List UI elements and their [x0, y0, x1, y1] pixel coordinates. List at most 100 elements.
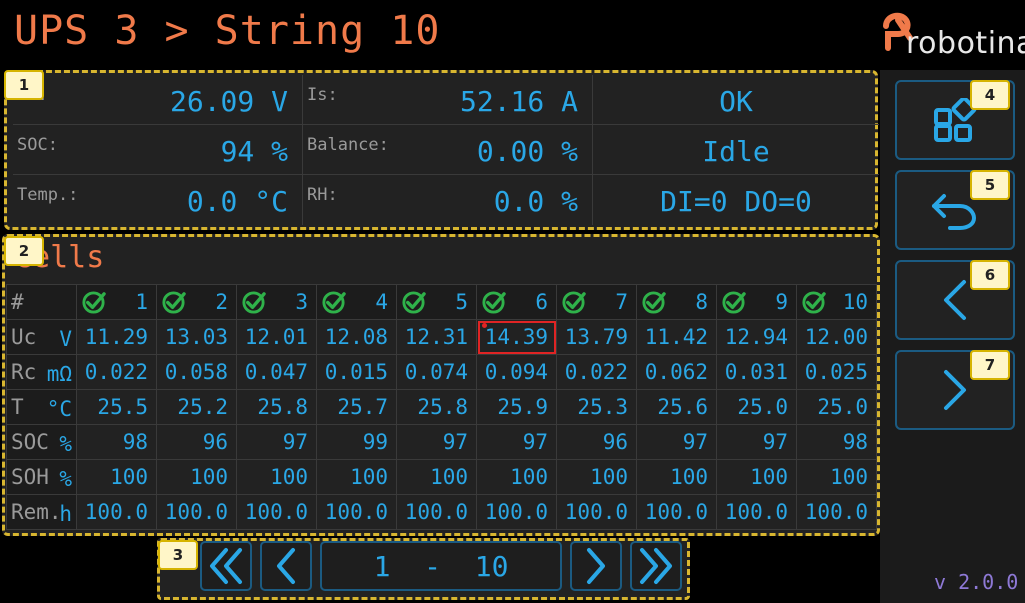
soc-value: 94 %: [220, 135, 288, 168]
cell-number: 2: [215, 290, 228, 314]
table-row: T °C 25.5 25.2 25.8 25.7 25.8 25.9 25.3 25.6 25.0 2…: [6, 389, 877, 425]
version-label: v 2.0.0: [934, 570, 1019, 594]
cell-value: 25.5: [76, 389, 157, 425]
cell-column-header: 6: [476, 284, 557, 320]
cell-value: 100: [716, 459, 797, 495]
us-cell: Us: 26.09 V: [13, 75, 303, 125]
cell-value: 0.022: [556, 354, 637, 390]
cell-number: 10: [842, 290, 868, 314]
corner-label: #: [6, 284, 77, 320]
cell-column-header: 3: [236, 284, 317, 320]
row-unit: mΩ: [46, 362, 72, 386]
cell-value: 97: [716, 424, 797, 460]
io-value: DI=0 DO=0: [660, 185, 812, 218]
cell-value: 25.3: [556, 389, 637, 425]
cell-value: 12.00: [796, 319, 877, 355]
next-page-icon: [587, 548, 605, 584]
cell-value: 0.047: [236, 354, 317, 390]
cell-column-header: 7: [556, 284, 637, 320]
cell-value: 96: [556, 424, 637, 460]
check-icon: [642, 291, 666, 314]
row-label: Rc mΩ: [6, 354, 77, 390]
page-title: UPS 3 > String 10: [14, 8, 441, 54]
row-label-text: Rem.: [11, 500, 62, 524]
check-icon: [802, 291, 826, 314]
cell-value: 100: [636, 459, 717, 495]
cell-value: 100.0: [476, 494, 557, 530]
cell-value: 100: [396, 459, 477, 495]
cell-value: 96: [156, 424, 237, 460]
row-unit: h: [59, 502, 72, 526]
prev-page-button[interactable]: [260, 541, 312, 591]
table-row: Rem. h 100.0 100.0 100.0 100.0 100.0 100.0 100.0…: [6, 494, 877, 530]
first-page-icon: [210, 548, 242, 584]
next-page-button[interactable]: [570, 541, 622, 591]
cell-number: 6: [535, 290, 548, 314]
cell-value: 12.31: [396, 319, 477, 355]
is-label: Is:: [307, 85, 338, 105]
cell-value: 100: [156, 459, 237, 495]
cell-value: 11.29: [76, 319, 157, 355]
temp-label: Temp.:: [17, 185, 79, 205]
annotation-badge-2: 2: [4, 236, 44, 266]
cell-value: 100: [796, 459, 877, 495]
us-value: 26.09 V: [169, 85, 288, 118]
cell-value: 13.79: [556, 319, 637, 355]
row-label: Uc V: [6, 319, 77, 355]
cell-value: 25.0: [796, 389, 877, 425]
cell-column-header: 4: [316, 284, 397, 320]
soc-label: SOC:: [17, 135, 58, 155]
cell-value: 0.058: [156, 354, 237, 390]
cell-value: 0.015: [316, 354, 397, 390]
cell-value: 0.031: [716, 354, 797, 390]
annotation-badge-4: 4: [970, 80, 1010, 110]
row-unit: V: [59, 327, 72, 351]
table-row: SOH% 100 100 100 100 100 100 100 100 100 100: [6, 459, 877, 495]
cell-value: 25.2: [156, 389, 237, 425]
row-unit: %: [59, 467, 72, 491]
row-label: Rem. h: [6, 494, 77, 530]
prev-page-icon: [277, 548, 295, 584]
row-label-text: SOC: [11, 430, 49, 454]
balance-value: 0.00 %: [476, 135, 578, 168]
first-page-button[interactable]: [200, 541, 252, 591]
cell-column-header: 5: [396, 284, 477, 320]
cell-value: 100: [76, 459, 157, 495]
row-label-text: T: [11, 395, 24, 419]
cell-value: 100: [316, 459, 397, 495]
cell-value: 100.0: [396, 494, 477, 530]
check-icon: [242, 291, 266, 314]
cell-value: 100.0: [236, 494, 317, 530]
cell-number: 3: [295, 290, 308, 314]
last-page-icon: [640, 548, 672, 584]
cell-value: 100.0: [636, 494, 717, 530]
cell-value: 98: [796, 424, 877, 460]
summary-row: Temp.: 0.0 °C RH: 0.0 % DI=0 DO=0: [13, 175, 879, 225]
status-cell: OK: [593, 75, 879, 125]
check-icon: [562, 291, 586, 314]
soc-cell: SOC: 94 %: [13, 125, 303, 175]
cell-value: 12.08: [316, 319, 397, 355]
cell-value: 0.022: [76, 354, 157, 390]
logo-text: robotina: [906, 26, 1025, 61]
check-icon: [82, 291, 106, 314]
cell-number: 5: [455, 290, 468, 314]
last-page-button[interactable]: [630, 541, 682, 591]
chevron-right-icon: [944, 370, 966, 410]
annotation-badge-1: 1: [4, 70, 44, 100]
temp-value: 0.0 °C: [186, 185, 288, 218]
mode-value: Idle: [702, 135, 770, 168]
row-label-text: Uc: [11, 325, 37, 349]
cell-value: 25.7: [316, 389, 397, 425]
cell-value: 0.074: [396, 354, 477, 390]
cell-value: 100: [236, 459, 317, 495]
cell-number: 8: [695, 290, 708, 314]
cell-column-header: 9: [716, 284, 797, 320]
cell-column-header: 1: [76, 284, 157, 320]
annotation-badge-5: 5: [970, 170, 1010, 200]
cell-value: 11.42: [636, 319, 717, 355]
cell-value: 100: [556, 459, 637, 495]
cell-value: 97: [236, 424, 317, 460]
check-icon: [722, 291, 746, 314]
cell-value: 12.94: [716, 319, 797, 355]
